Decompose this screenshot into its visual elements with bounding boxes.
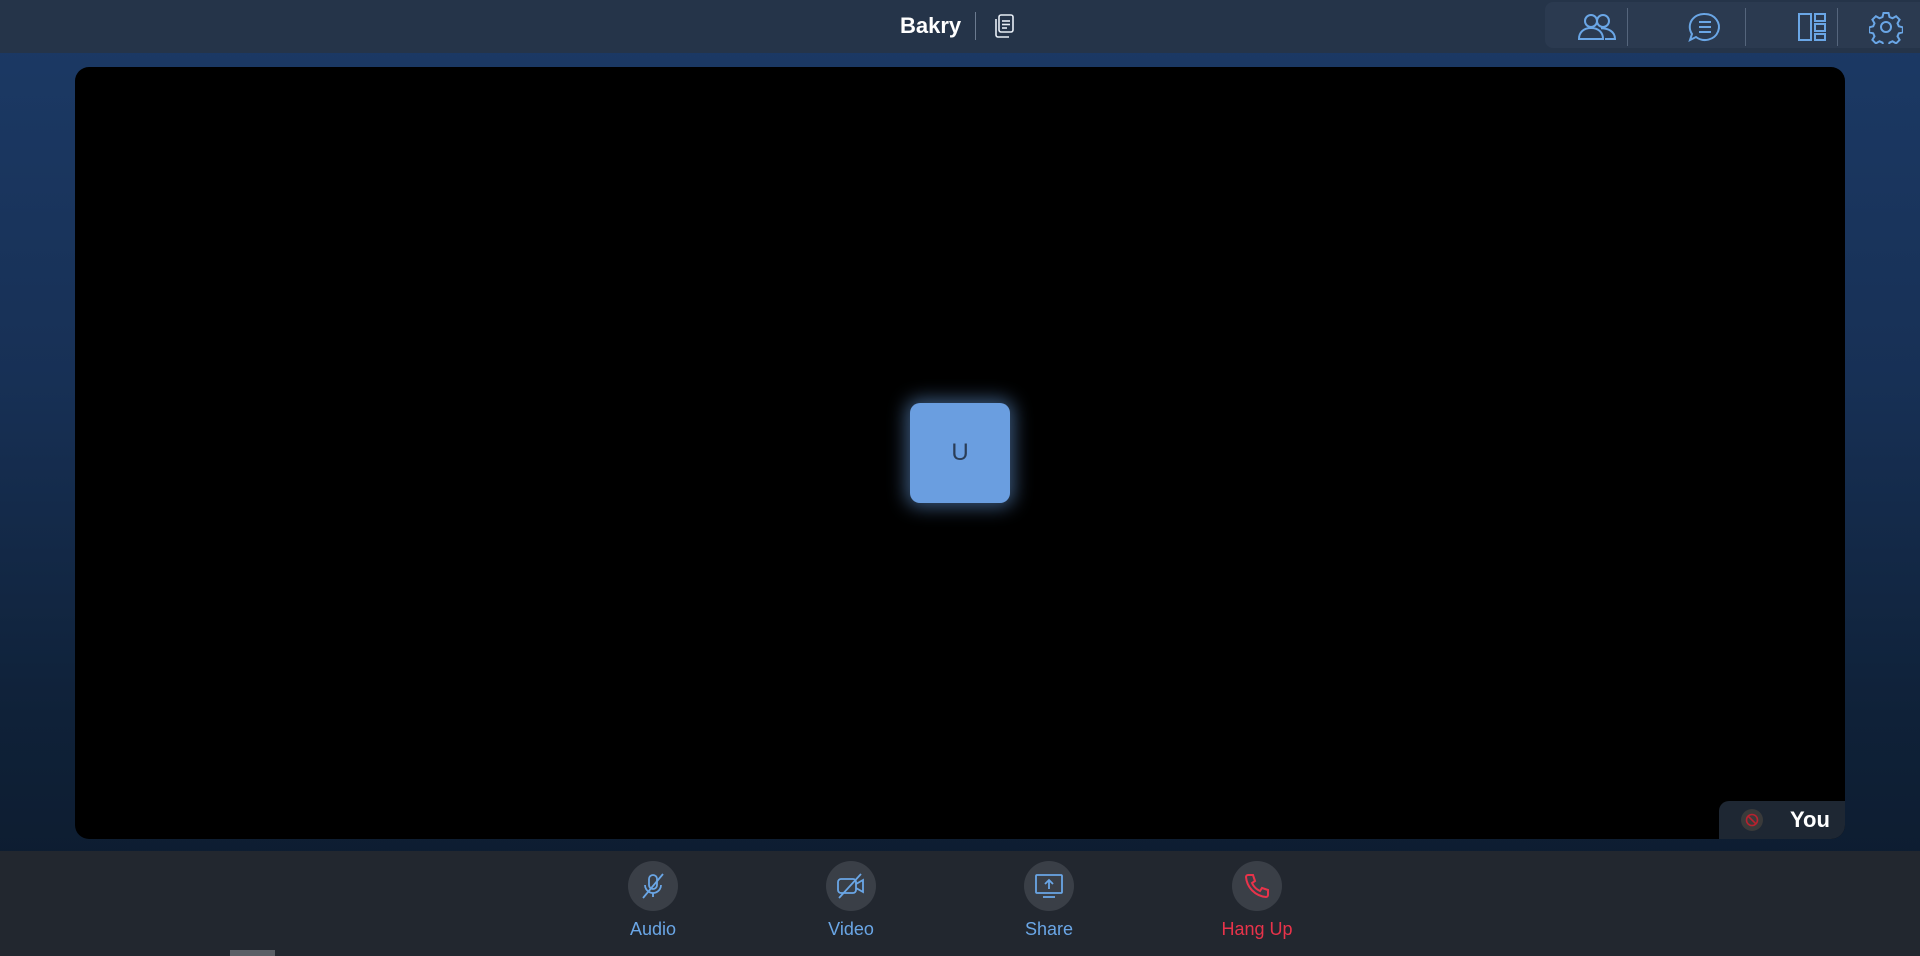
muted-mic-icon — [1741, 809, 1763, 831]
hang-up-label: Hang Up — [1221, 919, 1293, 939]
share-label: Share — [1024, 919, 1074, 939]
chat-icon — [1688, 12, 1720, 42]
avatar-initial: U — [951, 439, 969, 466]
avatar: U — [910, 403, 1010, 503]
settings-button[interactable] — [1866, 8, 1906, 46]
video-toggle[interactable] — [826, 861, 876, 911]
audio-button[interactable]: Audio — [603, 861, 703, 940]
participants-icon — [1577, 14, 1617, 40]
copy-room-link-button[interactable] — [990, 12, 1018, 40]
mic-off-icon — [642, 873, 664, 899]
divider — [1745, 8, 1746, 46]
video-stage: U You — [75, 67, 1845, 839]
copy-icon — [995, 14, 1014, 38]
control-bar: Audio Video Share Hang Up — [0, 851, 1920, 956]
divider — [1837, 8, 1838, 46]
room-name: Bakry — [900, 13, 962, 38]
self-name-label: You — [1790, 807, 1830, 832]
phone-icon — [1244, 874, 1269, 899]
share-button[interactable]: Share — [999, 861, 1099, 940]
audio-label: Audio — [629, 919, 677, 939]
settings-icon — [1869, 12, 1903, 44]
screen-share-icon — [1035, 874, 1063, 898]
top-bar: Bakry — [0, 0, 1920, 53]
layout-icon — [1798, 13, 1826, 41]
share-toggle[interactable] — [1024, 861, 1074, 911]
layout-button[interactable] — [1792, 8, 1832, 46]
audio-toggle[interactable] — [628, 861, 678, 911]
top-toolbar — [1545, 2, 1920, 48]
divider — [1627, 8, 1628, 46]
video-button[interactable]: Video — [801, 861, 901, 940]
self-name-tag: You — [1719, 801, 1845, 839]
participants-button[interactable] — [1577, 8, 1617, 46]
divider — [975, 12, 977, 40]
video-label: Video — [828, 919, 874, 939]
horizontal-scrollbar[interactable] — [230, 950, 275, 956]
hang-up-toggle[interactable] — [1232, 861, 1282, 911]
camera-off-icon — [837, 873, 864, 899]
hang-up-button[interactable]: Hang Up — [1207, 861, 1307, 940]
chat-button[interactable] — [1685, 8, 1725, 46]
room-info: Bakry — [900, 12, 1018, 40]
